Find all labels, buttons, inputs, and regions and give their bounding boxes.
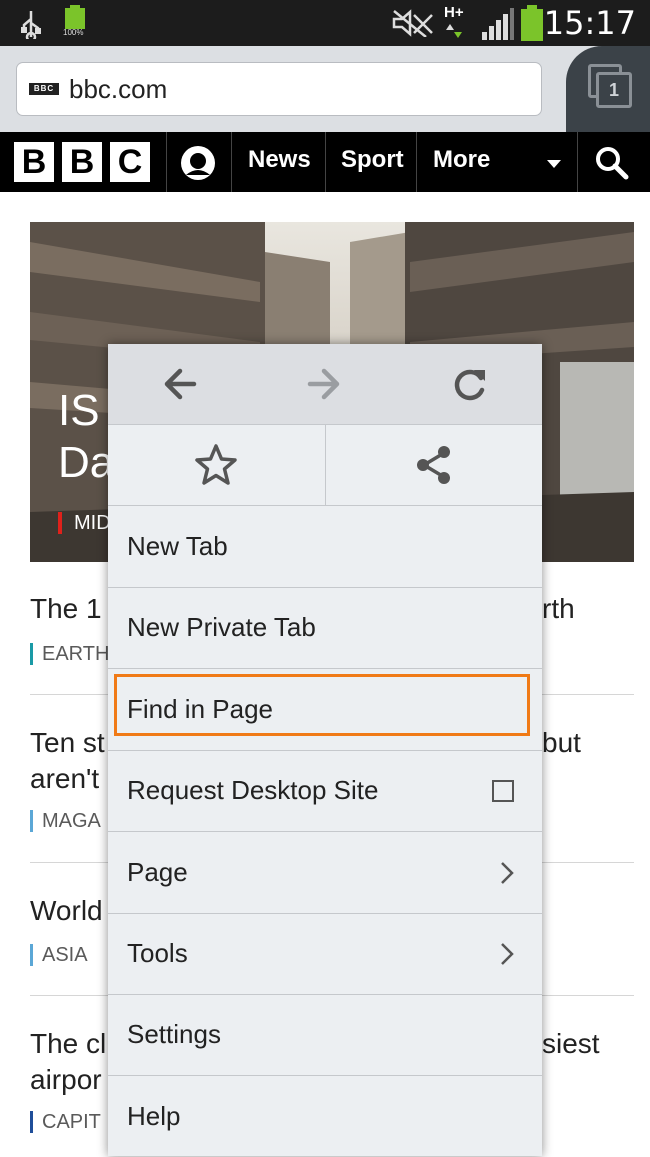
signal-strength-icon <box>482 8 514 40</box>
battery-full-icon <box>65 5 85 29</box>
user-account-icon[interactable] <box>180 145 216 181</box>
bookmark-star-icon[interactable] <box>194 443 238 487</box>
article-title-line2[interactable]: aren't <box>30 762 99 796</box>
nav-divider <box>325 132 326 192</box>
article-title[interactable]: Ten st <box>30 726 105 760</box>
menu-navigation-row <box>108 344 542 425</box>
nav-divider <box>416 132 417 192</box>
article-tag[interactable]: CAPIT <box>30 1111 101 1134</box>
bbc-logo-letter[interactable]: C <box>110 142 150 182</box>
clock: 15:17 <box>543 4 636 42</box>
tab-count: 1 <box>596 72 632 108</box>
hero-headline-line2: Da <box>58 438 115 487</box>
menu-item-label: Request Desktop Site <box>127 775 379 805</box>
menu-item-label: Find in Page <box>127 694 273 724</box>
bbc-logo-letter[interactable]: B <box>62 142 102 182</box>
bbc-logo-letter[interactable]: B <box>14 142 54 182</box>
article-tag[interactable]: ASIA <box>30 944 88 967</box>
network-type-label: H+ <box>444 4 464 21</box>
chevron-right-icon <box>501 862 514 884</box>
menu-item-label: Tools <box>127 938 188 968</box>
reload-icon[interactable] <box>450 364 490 404</box>
battery-percent: 100% <box>63 28 84 37</box>
menu-item-label: Page <box>127 857 188 887</box>
browser-toolbar: BBC bbc.com 1 <box>0 46 650 132</box>
menu-item-help[interactable]: Help <box>108 1077 542 1157</box>
menu-item-label: New Tab <box>127 531 228 561</box>
hero-tag-marker <box>58 512 62 534</box>
nav-divider <box>166 132 167 192</box>
nav-divider <box>231 132 232 192</box>
article-title-continued[interactable]: rth <box>542 592 575 626</box>
data-activity-icon <box>446 24 462 38</box>
bbc-navigation-bar: B B C News Sport More <box>0 132 650 192</box>
nav-divider <box>577 132 578 192</box>
mute-icon <box>392 9 433 37</box>
menu-item-request-desktop-site[interactable]: Request Desktop Site <box>108 751 542 832</box>
url-text: bbc.com <box>69 74 168 104</box>
usb-icon <box>21 11 41 39</box>
menu-divider <box>325 425 326 505</box>
menu-item-page[interactable]: Page <box>108 833 542 914</box>
status-bar: 100% H+ 15:17 <box>0 0 650 46</box>
menu-item-new-private-tab[interactable]: New Private Tab <box>108 588 542 669</box>
search-icon[interactable] <box>595 146 629 180</box>
desktop-site-checkbox[interactable] <box>492 780 514 802</box>
article-title-continued[interactable]: siest <box>542 1027 600 1061</box>
menu-item-find-in-page[interactable]: Find in Page <box>108 670 542 751</box>
article-title[interactable]: The 1 <box>30 592 102 626</box>
tabs-button[interactable]: 1 <box>566 46 650 132</box>
article-title-line2[interactable]: airpor <box>30 1063 102 1097</box>
nav-item-sport[interactable]: Sport <box>341 146 404 174</box>
menu-item-label: Help <box>127 1101 181 1131</box>
browser-menu: New Tab New Private Tab Find in Page Req… <box>108 344 542 1156</box>
article-tag[interactable]: EARTH <box>30 643 109 666</box>
forward-arrow-icon[interactable] <box>304 364 344 404</box>
article-title[interactable]: World <box>30 894 103 928</box>
chevron-right-icon <box>501 943 514 965</box>
dropdown-arrow-icon <box>547 160 561 168</box>
battery-charging-icon <box>521 5 543 41</box>
menu-item-settings[interactable]: Settings <box>108 995 542 1076</box>
menu-item-tools[interactable]: Tools <box>108 914 542 995</box>
article-title[interactable]: The cl <box>30 1027 106 1061</box>
article-title-continued[interactable]: but <box>542 726 581 760</box>
article-tag[interactable]: MAGA <box>30 810 101 833</box>
menu-item-label: Settings <box>127 1019 221 1049</box>
hero-headline-line1: IS <box>58 386 100 435</box>
hero-tag: MID <box>74 512 111 534</box>
nav-item-more[interactable]: More <box>433 146 490 174</box>
back-arrow-icon[interactable] <box>160 364 200 404</box>
menu-item-new-tab[interactable]: New Tab <box>108 507 542 588</box>
site-favicon: BBC <box>29 83 59 95</box>
url-field[interactable]: BBC bbc.com <box>16 62 542 116</box>
nav-item-news[interactable]: News <box>248 146 311 174</box>
share-icon[interactable] <box>412 443 456 487</box>
menu-item-label: New Private Tab <box>127 612 316 642</box>
